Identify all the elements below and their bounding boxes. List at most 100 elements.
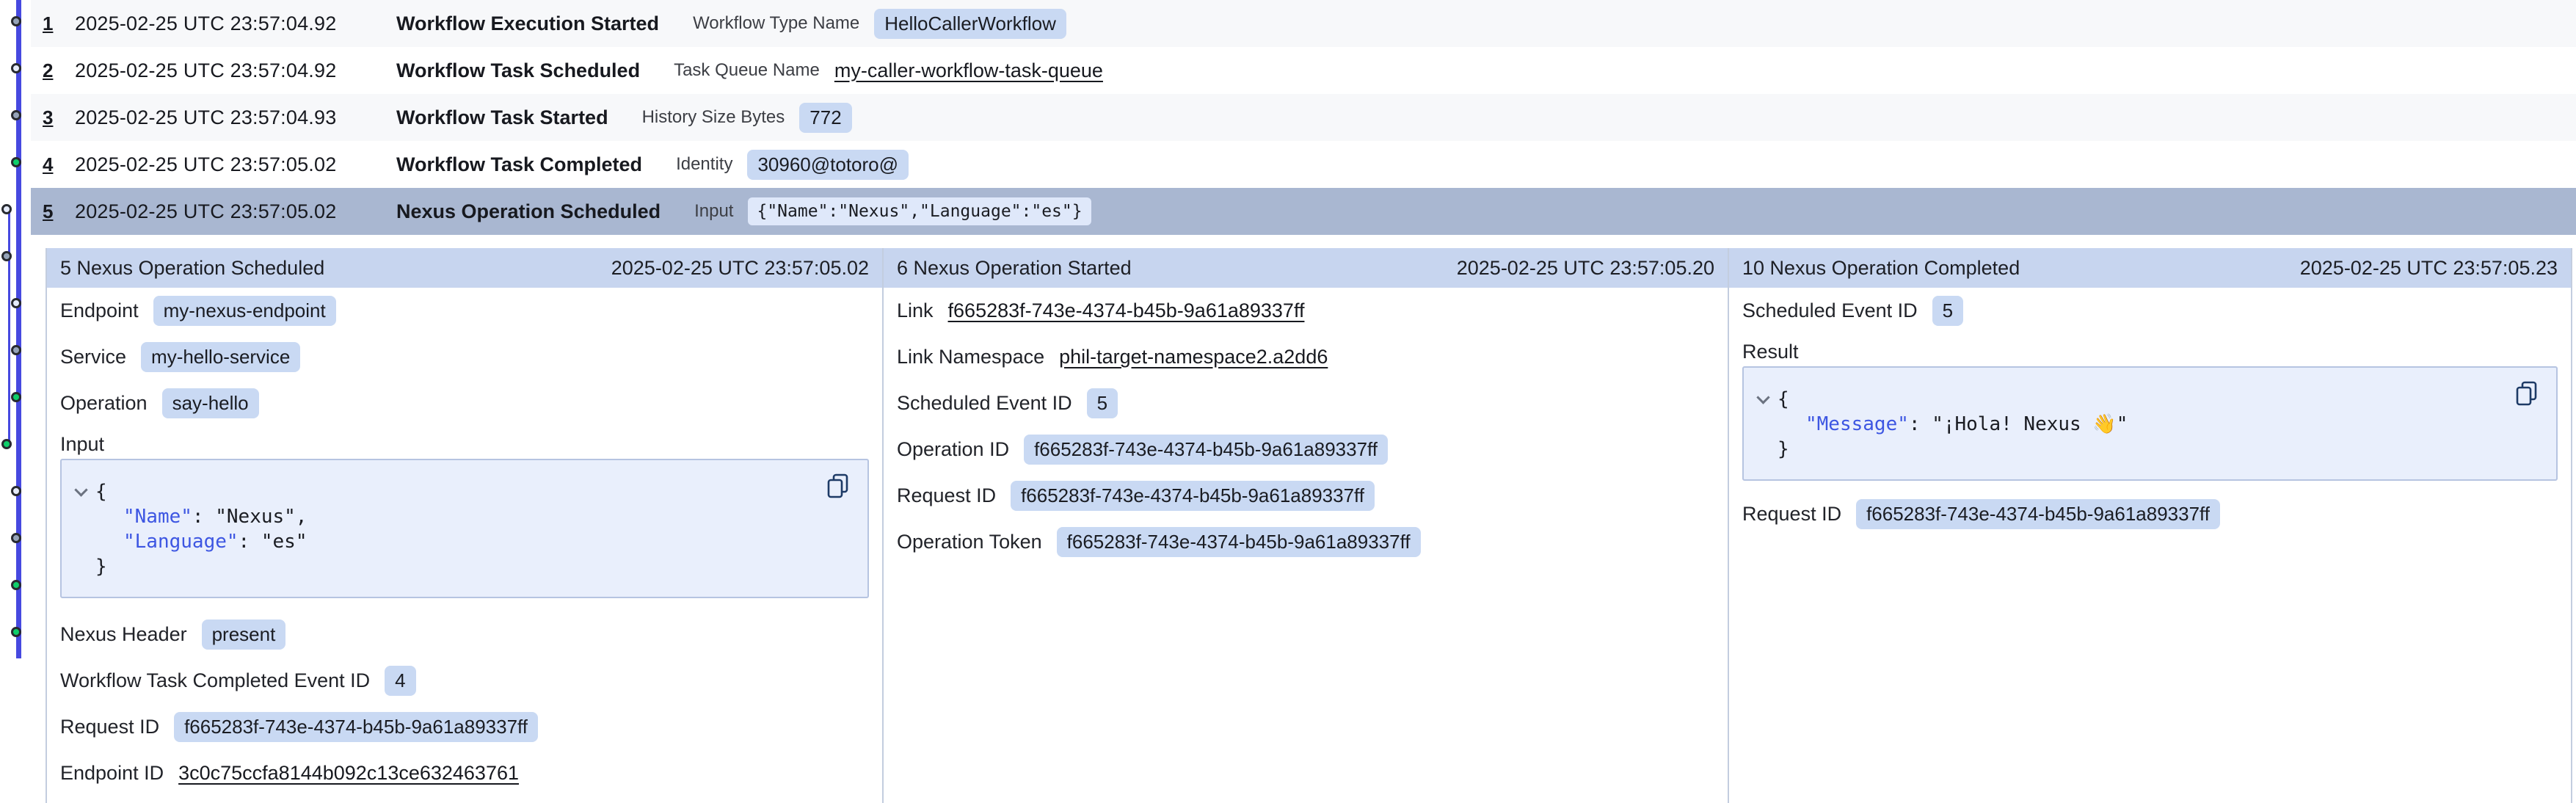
panel-nexus-operation-scheduled: 5 Nexus Operation Scheduled 2025-02-25 U… bbox=[46, 248, 882, 803]
scheduled-event-id-badge: 5 bbox=[1087, 388, 1118, 418]
field-nexus-header: Nexus Header present bbox=[60, 611, 869, 658]
input-json-viewer: { "Name": "Nexus", "Language": "es" } bbox=[60, 459, 869, 598]
scheduled-event-id-badge: 5 bbox=[1932, 296, 1963, 326]
event-attr-value-badge: 30960@totoro@ bbox=[747, 150, 909, 180]
service-badge: my-hello-service bbox=[141, 342, 300, 372]
event-history-view: 1 2025-02-25 UTC 23:57:04.92 Workflow Ex… bbox=[0, 0, 2576, 803]
panel-timestamp: 2025-02-25 UTC 23:57:05.20 bbox=[1457, 257, 1714, 280]
timeline-node-11-open bbox=[11, 486, 21, 496]
operation-id-badge: f665283f-743e-4374-b45b-9a61a89337ff bbox=[1024, 435, 1388, 465]
field-wtc-event-id: Workflow Task Completed Event ID 4 bbox=[60, 658, 869, 704]
field-endpoint: Endpoint my-nexus-endpoint bbox=[60, 288, 869, 334]
operation-token-badge: f665283f-743e-4374-b45b-9a61a89337ff bbox=[1057, 527, 1421, 557]
timeline-node-3-neutral bbox=[11, 110, 21, 120]
event-timestamp: 2025-02-25 UTC 23:57:04.93 bbox=[75, 106, 396, 129]
chevron-down-icon[interactable] bbox=[1756, 390, 1769, 404]
field-service: Service my-hello-service bbox=[60, 334, 869, 380]
event-name: Workflow Task Scheduled bbox=[396, 59, 640, 82]
event-row-5-selected[interactable]: 5 2025-02-25 UTC 23:57:05.02 Nexus Opera… bbox=[31, 188, 2576, 235]
copy-icon bbox=[826, 473, 850, 499]
timeline-node-5-open bbox=[1, 204, 12, 214]
event-row-1[interactable]: 1 2025-02-25 UTC 23:57:04.92 Workflow Ex… bbox=[31, 0, 2576, 47]
event-id-link[interactable]: 3 bbox=[43, 106, 75, 129]
timeline-branch-line bbox=[8, 211, 10, 446]
panel-title: 10 Nexus Operation Completed bbox=[1742, 257, 2020, 280]
link-namespace-link[interactable]: phil-target-namespace2.a2dd6 bbox=[1059, 346, 1328, 368]
event-name: Workflow Task Completed bbox=[396, 153, 642, 176]
timeline-node-10-success bbox=[1, 439, 12, 449]
event-timestamp: 2025-02-25 UTC 23:57:05.02 bbox=[75, 153, 396, 176]
event-row-4[interactable]: 4 2025-02-25 UTC 23:57:05.02 Workflow Ta… bbox=[31, 141, 2576, 188]
event-id-link[interactable]: 4 bbox=[43, 153, 75, 176]
timeline-node-1-neutral bbox=[11, 16, 21, 26]
event-timestamp: 2025-02-25 UTC 23:57:04.92 bbox=[75, 59, 396, 82]
panel-timestamp: 2025-02-25 UTC 23:57:05.02 bbox=[611, 257, 869, 280]
event-row-2[interactable]: 2 2025-02-25 UTC 23:57:04.92 Workflow Ta… bbox=[31, 47, 2576, 94]
timeline-node-4-success bbox=[11, 157, 21, 167]
panel-title: 6 Nexus Operation Started bbox=[897, 257, 1132, 280]
result-json-viewer: { "Message": "¡Hola! Nexus 👋" } bbox=[1742, 366, 2558, 481]
timeline-node-14-success bbox=[11, 627, 21, 637]
panel-title: 5 Nexus Operation Scheduled bbox=[60, 257, 324, 280]
timeline-main-line bbox=[16, 0, 21, 658]
event-name: Workflow Task Started bbox=[396, 106, 608, 129]
wtc-event-id-badge: 4 bbox=[385, 666, 415, 696]
panel-header: 10 Nexus Operation Completed 2025-02-25 … bbox=[1729, 248, 2571, 288]
event-attr-label: Input bbox=[694, 201, 733, 222]
request-id-badge: f665283f-743e-4374-b45b-9a61a89337ff bbox=[174, 712, 538, 742]
event-input-json-chip: {"Name":"Nexus","Language":"es"} bbox=[748, 197, 1091, 225]
field-request-id: Request ID f665283f-743e-4374-b45b-9a61a… bbox=[60, 704, 869, 750]
endpoint-badge: my-nexus-endpoint bbox=[153, 296, 336, 326]
event-id-link[interactable]: 2 bbox=[43, 59, 75, 82]
field-endpoint-id: Endpoint ID 3c0c75ccfa8144b092c13ce63246… bbox=[60, 750, 869, 796]
timeline-node-6-neutral bbox=[1, 251, 12, 261]
panel-timestamp: 2025-02-25 UTC 23:57:05.23 bbox=[2300, 257, 2558, 280]
event-id-link[interactable]: 1 bbox=[43, 12, 75, 35]
field-link: Link f665283f-743e-4374-b45b-9a61a89337f… bbox=[897, 288, 1714, 334]
timeline-node-8-neutral bbox=[11, 345, 21, 355]
event-rows: 1 2025-02-25 UTC 23:57:04.92 Workflow Ex… bbox=[31, 0, 2576, 235]
timeline-node-12-neutral bbox=[11, 533, 21, 543]
event-timestamp: 2025-02-25 UTC 23:57:04.92 bbox=[75, 12, 396, 35]
nexus-header-badge: present bbox=[202, 619, 286, 650]
result-label: Result bbox=[1742, 334, 2558, 366]
panel-header: 6 Nexus Operation Started 2025-02-25 UTC… bbox=[884, 248, 1728, 288]
timeline-node-2-open bbox=[11, 63, 21, 73]
event-row-3[interactable]: 3 2025-02-25 UTC 23:57:04.93 Workflow Ta… bbox=[31, 94, 2576, 141]
operation-badge: say-hello bbox=[162, 388, 259, 418]
field-scheduled-event-id: Scheduled Event ID 5 bbox=[1742, 288, 2558, 334]
panel-nexus-operation-completed: 10 Nexus Operation Completed 2025-02-25 … bbox=[1728, 248, 2572, 803]
timeline-node-7-open bbox=[11, 298, 21, 308]
event-attr-value-badge: HelloCallerWorkflow bbox=[874, 9, 1066, 39]
field-request-id: Request ID f665283f-743e-4374-b45b-9a61a… bbox=[897, 473, 1714, 519]
field-link-namespace: Link Namespace phil-target-namespace2.a2… bbox=[897, 334, 1714, 380]
copy-button[interactable] bbox=[2514, 379, 2540, 409]
event-name: Nexus Operation Scheduled bbox=[396, 200, 661, 223]
event-detail-panels: 5 Nexus Operation Scheduled 2025-02-25 U… bbox=[46, 248, 2574, 803]
panel-nexus-operation-started: 6 Nexus Operation Started 2025-02-25 UTC… bbox=[882, 248, 1728, 803]
request-id-badge: f665283f-743e-4374-b45b-9a61a89337ff bbox=[1856, 499, 2220, 529]
chevron-down-icon[interactable] bbox=[74, 483, 87, 496]
panel-header: 5 Nexus Operation Scheduled 2025-02-25 U… bbox=[47, 248, 882, 288]
event-attr-label: Task Queue Name bbox=[674, 60, 820, 81]
event-name: Workflow Execution Started bbox=[396, 12, 659, 35]
event-attr-label: History Size Bytes bbox=[642, 107, 785, 128]
field-request-id: Request ID f665283f-743e-4374-b45b-9a61a… bbox=[1742, 491, 2558, 537]
input-label: Input bbox=[60, 426, 869, 459]
task-queue-link[interactable]: my-caller-workflow-task-queue bbox=[834, 59, 1103, 82]
event-attr-label: Workflow Type Name bbox=[693, 13, 859, 34]
timeline-node-9-success bbox=[11, 392, 21, 402]
field-operation-token: Operation Token f665283f-743e-4374-b45b-… bbox=[897, 519, 1714, 565]
event-id-link[interactable]: 5 bbox=[43, 200, 75, 223]
request-id-badge: f665283f-743e-4374-b45b-9a61a89337ff bbox=[1011, 481, 1375, 511]
event-timestamp: 2025-02-25 UTC 23:57:05.02 bbox=[75, 200, 396, 223]
field-operation-id: Operation ID f665283f-743e-4374-b45b-9a6… bbox=[897, 426, 1714, 473]
link-link[interactable]: f665283f-743e-4374-b45b-9a61a89337ff bbox=[948, 299, 1305, 322]
field-scheduled-event-id: Scheduled Event ID 5 bbox=[897, 380, 1714, 426]
copy-button[interactable] bbox=[825, 472, 851, 501]
event-attr-value-badge: 772 bbox=[799, 103, 851, 133]
timeline-node-13-success bbox=[11, 580, 21, 590]
copy-icon bbox=[2515, 380, 2539, 407]
event-attr-label: Identity bbox=[676, 154, 732, 175]
endpoint-id-link[interactable]: 3c0c75ccfa8144b092c13ce632463761 bbox=[178, 762, 519, 785]
